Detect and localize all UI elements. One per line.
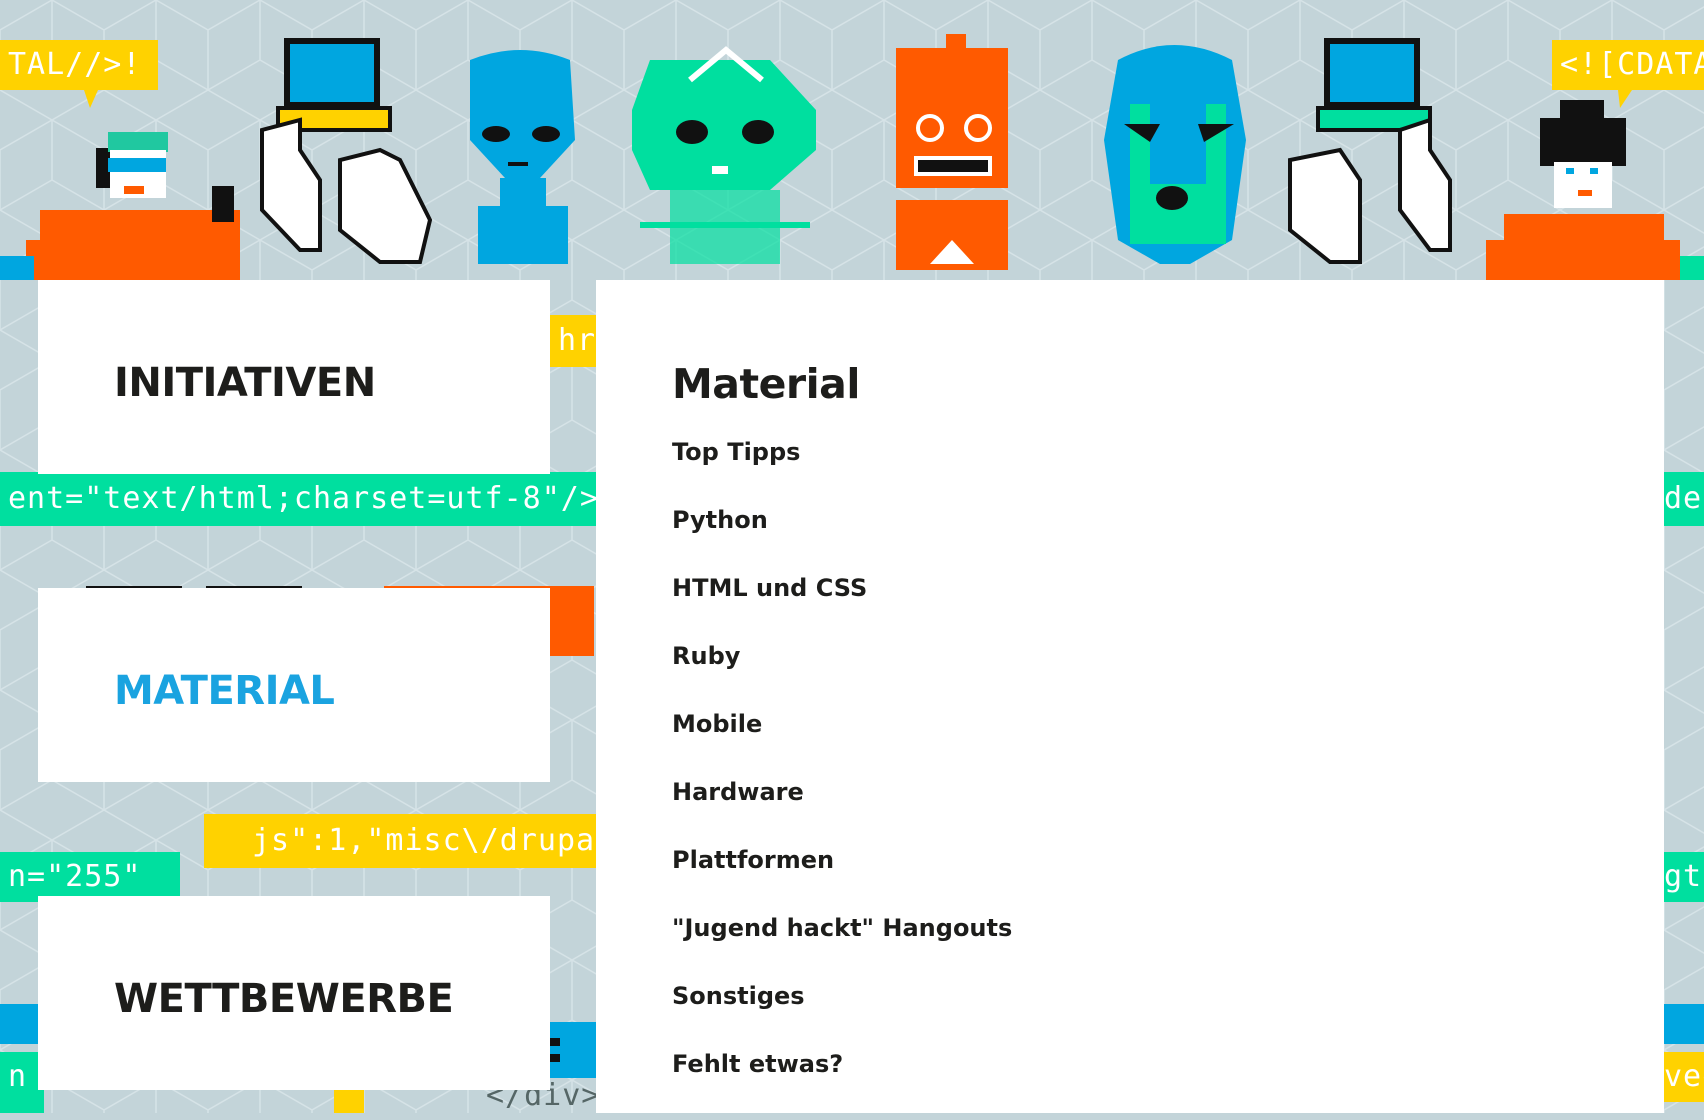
submenu-title: Material	[672, 360, 860, 408]
girl-figure-icon	[0, 132, 240, 280]
submenu-item-top-tipps[interactable]: Top Tipps	[672, 440, 1012, 508]
submenu-item-python[interactable]: Python	[672, 508, 1012, 576]
submenu-item-ruby[interactable]: Ruby	[672, 644, 1012, 712]
submenu-item-hardware[interactable]: Hardware	[672, 780, 1012, 848]
material-submenu-panel: Material Top Tipps Python HTML und CSS R…	[596, 280, 1664, 1113]
robot-icon	[896, 34, 1008, 270]
nav-label-initiativen: INITIATIVEN	[114, 360, 376, 406]
alien-icon	[470, 50, 575, 264]
nav-label-material: MATERIAL	[114, 668, 335, 714]
submenu-item-sonstiges[interactable]: Sonstiges	[672, 984, 1012, 1052]
green-face-icon	[632, 46, 816, 264]
boy-figure-icon	[1486, 100, 1704, 280]
submenu-item-plattformen[interactable]: Plattformen	[672, 848, 1012, 916]
submenu-item-html-und-css[interactable]: HTML und CSS	[672, 576, 1012, 644]
nav-card-material[interactable]: MATERIAL	[38, 588, 550, 782]
nav-card-initiativen[interactable]: INITIATIVEN	[38, 280, 550, 474]
nav-label-wettbewerbe: WETTBEWERBE	[114, 976, 454, 1022]
laptop-hand-icon	[1288, 38, 1452, 264]
laptop-hand-icon	[260, 38, 433, 264]
luchador-mask-icon	[1104, 45, 1246, 264]
submenu-list: Top Tipps Python HTML und CSS Ruby Mobil…	[672, 440, 1012, 1120]
submenu-item-jugend-hackt-hangouts[interactable]: "Jugend hackt" Hangouts	[672, 916, 1012, 984]
submenu-item-mobile[interactable]: Mobile	[672, 712, 1012, 780]
submenu-item-fehlt-etwas[interactable]: Fehlt etwas?	[672, 1052, 1012, 1120]
nav-card-wettbewerbe[interactable]: WETTBEWERBE	[38, 896, 550, 1090]
